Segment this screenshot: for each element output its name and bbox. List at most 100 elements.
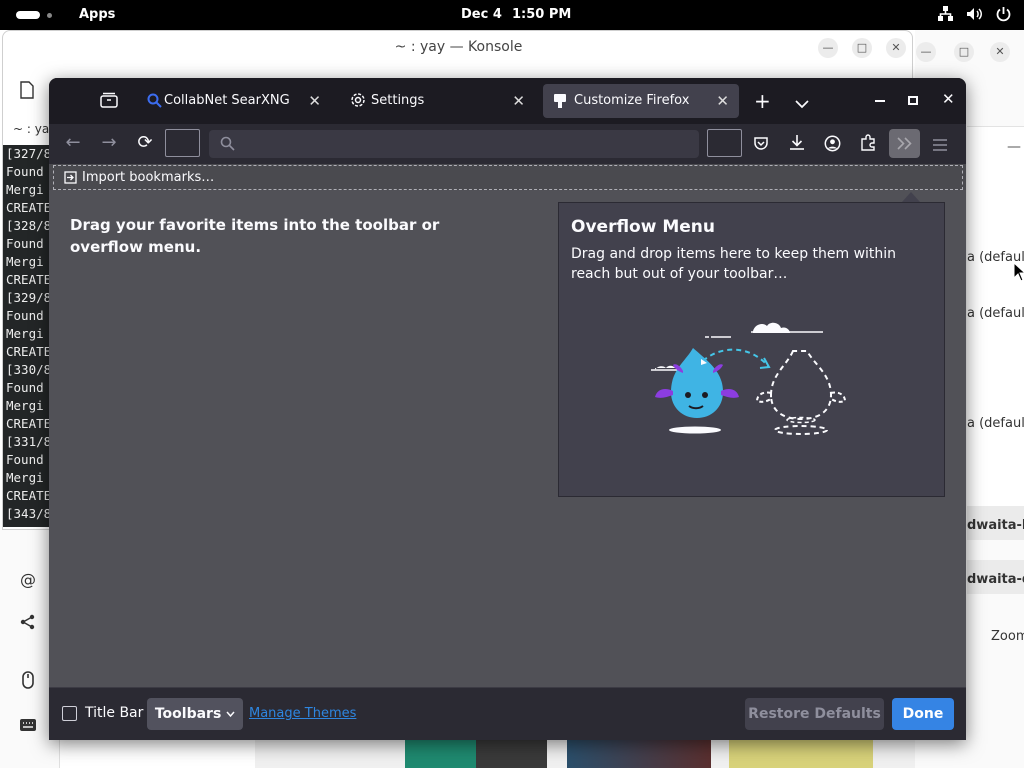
power-icon — [995, 5, 1012, 23]
import-bookmarks-button[interactable]: Import bookmarks… — [82, 170, 214, 185]
navigation-toolbar: ← → ⟳ — [49, 124, 966, 164]
overflow-menu-panel[interactable]: Overflow Menu Drag and drop items here t… — [558, 202, 945, 497]
toolbars-label: Toolbars — [154, 706, 222, 722]
tab-settings[interactable]: Settings ✕ — [341, 84, 535, 118]
tab-label: CollabNet SearXNG — [164, 93, 290, 108]
wallpaper-thumbnail[interactable] — [567, 740, 711, 768]
list-all-tabs-icon[interactable] — [795, 94, 809, 113]
minimize-icon[interactable]: — — [818, 38, 838, 58]
wallpaper-thumbnail[interactable] — [405, 740, 547, 768]
terminal-line: CREATE — [6, 272, 50, 287]
manage-themes-link[interactable]: Manage Themes — [249, 706, 356, 721]
wallpaper-thumbnail[interactable] — [729, 740, 873, 768]
gear-icon — [350, 92, 366, 112]
customize-footer: Title Bar Toolbars Manage Themes Restore… — [49, 687, 966, 740]
settings-row: — — [967, 126, 1024, 176]
done-button[interactable]: Done — [892, 698, 954, 730]
customize-instructions: Drag your favorite items into the toolba… — [70, 216, 440, 256]
overflow-button[interactable] — [889, 129, 920, 158]
mouse-icon[interactable] — [22, 671, 34, 693]
chevron-down-icon — [226, 711, 235, 718]
hamburger-menu-icon[interactable] — [933, 136, 947, 155]
tab-strip: CollabNet SearXNG ✕ Settings ✕ Customize… — [49, 78, 966, 124]
overflow-menu-title: Overflow Menu — [571, 217, 716, 237]
share-icon[interactable] — [20, 614, 36, 634]
close-tab-icon[interactable]: ✕ — [512, 92, 525, 110]
minimize-icon[interactable]: — — [916, 42, 936, 62]
close-icon[interactable]: ✕ — [990, 42, 1010, 62]
window-maximize-icon[interactable] — [908, 96, 918, 105]
extensions-icon[interactable] — [860, 134, 877, 155]
toolbars-button[interactable]: Toolbars — [147, 698, 243, 730]
terminal-line: [328/8 — [6, 218, 50, 233]
forward-icon[interactable]: → — [98, 133, 120, 153]
terminal-line: Mergi — [6, 470, 44, 485]
keyboard-icon[interactable] — [19, 717, 37, 736]
close-icon[interactable]: ✕ — [886, 38, 906, 58]
bookmarks-toolbar: Import bookmarks… — [53, 165, 963, 190]
brush-icon — [553, 93, 567, 113]
system-tray[interactable] — [937, 5, 1012, 23]
terminal-line: Mergi — [6, 182, 44, 197]
pocket-icon[interactable] — [753, 135, 769, 155]
panel-arrow — [902, 192, 920, 202]
terminal-line: CREATE — [6, 200, 50, 215]
title-bar-label: Title Bar — [85, 705, 144, 721]
clock-time[interactable]: 1:50 PM — [512, 7, 571, 22]
title-bar-checkbox[interactable] — [62, 706, 77, 721]
firefox-view-icon[interactable] — [100, 92, 118, 112]
toolbar-spacer[interactable] — [707, 129, 742, 157]
apps-menu[interactable]: Apps — [79, 7, 115, 22]
window-close-icon[interactable]: ✕ — [942, 90, 955, 108]
search-icon — [147, 93, 162, 112]
terminal-line: Found — [6, 380, 44, 395]
downloads-icon[interactable] — [789, 134, 805, 155]
terminal-line: Found — [6, 452, 44, 467]
reload-icon[interactable]: ⟳ — [134, 133, 156, 153]
terminal-line: CREATE — [6, 344, 50, 359]
settings-list — [967, 170, 1024, 530]
konsole-terminal[interactable]: [327/8 Found Mergi CREATE [328/8 Found Mergi CR… — [3, 145, 50, 527]
konsole-title: ~ : yay — Konsole — [394, 39, 523, 55]
terminal-line: Mergi — [6, 326, 44, 341]
activities-indicator[interactable] — [16, 11, 40, 19]
terminal-line: Found — [6, 308, 44, 323]
tab-label: Customize Firefox — [574, 93, 690, 108]
maximize-icon[interactable]: □ — [954, 42, 974, 62]
tab-searxng[interactable]: CollabNet SearXNG ✕ — [137, 84, 331, 118]
top-bar: Apps Dec 4 1:50 PM — [0, 0, 1024, 30]
customize-area: Drag your favorite items into the toolba… — [49, 190, 966, 687]
terminal-line: Found — [6, 164, 44, 179]
account-icon[interactable] — [824, 135, 841, 156]
new-tab-icon[interactable] — [19, 81, 35, 103]
terminal-line: Found — [6, 236, 44, 251]
terminal-line: [330/8 — [6, 362, 50, 377]
terminal-line: CREATE — [6, 416, 50, 431]
settings-row-6[interactable]: Zoom — [991, 629, 1024, 644]
terminal-line: CREATE — [6, 488, 50, 503]
settings-row-5[interactable]: dwaita-d. — [967, 572, 1024, 587]
at-sign-icon[interactable]: @ — [20, 570, 36, 589]
close-tab-icon[interactable]: ✕ — [308, 92, 321, 110]
import-icon — [64, 171, 77, 188]
restore-defaults-button[interactable]: Restore Defaults — [745, 698, 884, 730]
window-minimize-icon[interactable] — [875, 100, 885, 102]
terminal-output: [327/8 Found Mergi CREATE [328/8 Found Mergi CR… — [6, 145, 50, 523]
back-icon[interactable]: ← — [62, 133, 84, 153]
maximize-icon[interactable]: □ — [852, 38, 872, 58]
settings-row-4[interactable]: dwaita-l.j — [967, 518, 1024, 533]
terminal-line: Mergi — [6, 398, 44, 413]
close-tab-icon[interactable]: ✕ — [716, 92, 729, 110]
terminal-line: [331/8 — [6, 434, 50, 449]
clock-date[interactable]: Dec 4 — [461, 7, 502, 22]
toolbar-spacer[interactable] — [165, 129, 200, 157]
settings-row-3[interactable]: a (default — [967, 416, 1024, 431]
terminal-line: Mergi — [6, 254, 44, 269]
overflow-illustration — [643, 313, 873, 452]
settings-row-2[interactable]: a (default — [967, 306, 1024, 321]
firefox-window: CollabNet SearXNG ✕ Settings ✕ Customize… — [49, 78, 966, 740]
url-bar[interactable] — [209, 130, 699, 158]
new-tab-plus-icon[interactable]: + — [754, 89, 771, 113]
tab-label: Settings — [371, 93, 425, 108]
tab-customize-firefox[interactable]: Customize Firefox ✕ — [543, 84, 739, 118]
